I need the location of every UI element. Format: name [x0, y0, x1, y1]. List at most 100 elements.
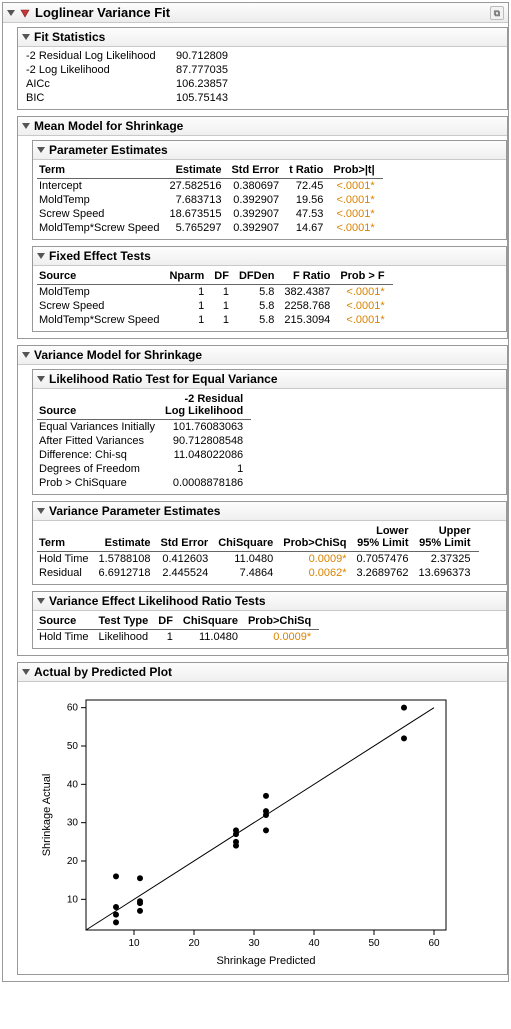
section-title: Variance Model for Shrinkage	[34, 348, 202, 362]
options-icon[interactable]: ⧉	[490, 6, 504, 20]
section-title: Fixed Effect Tests	[49, 249, 151, 263]
cell-nparm: 1	[167, 299, 212, 313]
table-row: Screw Speed 1 1 5.8 2258.768 <.0001*	[37, 299, 393, 313]
variance-effect-lr-header[interactable]: Variance Effect Likelihood Ratio Tests	[33, 592, 506, 611]
cell-probchisq: 0.0009*	[281, 552, 354, 567]
lr-test-table: Source -2 Residual Log Likelihood Equal …	[37, 391, 251, 490]
cell-estimate: 27.582516	[167, 179, 229, 194]
svg-text:50: 50	[67, 741, 79, 752]
variance-effect-lr-section: Variance Effect Likelihood Ratio Tests S…	[32, 591, 507, 649]
cell-value: 90.712808548	[163, 434, 251, 448]
disclosure-icon[interactable]	[37, 598, 45, 604]
svg-text:50: 50	[368, 938, 380, 949]
cell-prob: <.0001*	[331, 179, 382, 194]
fit-statistics-header[interactable]: Fit Statistics	[18, 28, 507, 47]
disclosure-icon[interactable]	[7, 10, 15, 16]
data-point	[137, 875, 143, 881]
red-triangle-icon[interactable]	[19, 7, 31, 19]
fixed-effect-tests-table: Source Nparm DF DFDen F Ratio Prob > F M…	[37, 268, 393, 327]
stat-label: -2 Residual Log Likelihood	[22, 49, 172, 63]
section-title: Mean Model for Shrinkage	[34, 119, 183, 133]
disclosure-icon[interactable]	[22, 669, 30, 675]
col-stderror: Std Error	[159, 523, 217, 552]
loglinear-variance-fit-panel: Loglinear Variance Fit ⧉ Fit Statistics …	[2, 2, 509, 982]
cell-value: 1	[163, 462, 251, 476]
cell-tratio: 19.56	[287, 193, 331, 207]
cell-fratio: 2258.768	[282, 299, 338, 313]
cell-upper: 2.37325	[417, 552, 479, 567]
variance-param-estimates-header[interactable]: Variance Parameter Estimates	[33, 502, 506, 521]
section-title: Actual by Predicted Plot	[34, 665, 172, 679]
mean-model-header[interactable]: Mean Model for Shrinkage	[18, 117, 507, 136]
disclosure-icon[interactable]	[37, 147, 45, 153]
svg-text:10: 10	[67, 894, 79, 905]
cell-term: MoldTemp	[37, 193, 167, 207]
disclosure-icon[interactable]	[37, 253, 45, 259]
lr-test-header[interactable]: Likelihood Ratio Test for Equal Variance	[33, 370, 506, 389]
cell-fratio: 382.4387	[282, 285, 338, 300]
cell-estimate: 1.5788108	[97, 552, 159, 567]
data-point	[137, 908, 143, 914]
svg-text:10: 10	[128, 938, 140, 949]
cell-value: 0.0008878186	[163, 476, 251, 490]
cell-stderror: 2.445524	[159, 566, 217, 580]
col-stderror: Std Error	[229, 162, 287, 179]
table-row: MoldTemp*Screw Speed 1 1 5.8 215.3094 <.…	[37, 313, 393, 327]
cell-df: 1	[212, 285, 237, 300]
fixed-effect-tests-section: Fixed Effect Tests Source Nparm DF DFDen…	[32, 246, 507, 332]
cell-source: MoldTemp*Screw Speed	[37, 313, 167, 327]
data-point	[401, 705, 407, 711]
data-point	[113, 873, 119, 879]
table-row: BIC105.75143	[22, 91, 503, 105]
disclosure-icon[interactable]	[37, 376, 45, 382]
col-dfden: DFDen	[237, 268, 282, 285]
section-title: Parameter Estimates	[49, 143, 168, 157]
disclosure-icon[interactable]	[22, 123, 30, 129]
svg-text:60: 60	[428, 938, 440, 949]
cell-probf: <.0001*	[338, 299, 392, 313]
svg-text:30: 30	[67, 818, 79, 829]
table-row: After Fitted Variances 90.712808548	[37, 434, 251, 448]
variance-model-header[interactable]: Variance Model for Shrinkage	[18, 346, 507, 365]
col-nparm: Nparm	[167, 268, 212, 285]
cell-chisq: 7.4864	[216, 566, 281, 580]
col-chisq: ChiSquare	[181, 613, 246, 630]
parameter-estimates-header[interactable]: Parameter Estimates	[33, 141, 506, 160]
cell-source: Equal Variances Initially	[37, 420, 163, 435]
col-df: DF	[156, 613, 181, 630]
col-term: Term	[37, 523, 97, 552]
col-term: Term	[37, 162, 167, 179]
data-point	[113, 904, 119, 910]
disclosure-icon[interactable]	[22, 34, 30, 40]
cell-estimate: 6.6912718	[97, 566, 159, 580]
col-source: Source	[37, 268, 167, 285]
variance-model-section: Variance Model for Shrinkage Likelihood …	[17, 345, 508, 656]
fixed-effect-tests-header[interactable]: Fixed Effect Tests	[33, 247, 506, 266]
stat-label: BIC	[22, 91, 172, 105]
cell-term: Screw Speed	[37, 207, 167, 221]
section-title: Likelihood Ratio Test for Equal Variance	[49, 372, 278, 386]
col-testtype: Test Type	[97, 613, 157, 630]
main-header[interactable]: Loglinear Variance Fit ⧉	[3, 3, 508, 23]
cell-lower: 3.2689762	[355, 566, 417, 580]
cell-source: Prob > ChiSquare	[37, 476, 163, 490]
cell-fratio: 215.3094	[282, 313, 338, 327]
cell-source: Difference: Chi-sq	[37, 448, 163, 462]
cell-source: After Fitted Variances	[37, 434, 163, 448]
cell-stderror: 0.412603	[159, 552, 217, 567]
cell-stderror: 0.392907	[229, 221, 287, 235]
cell-source: MoldTemp	[37, 285, 167, 300]
data-point	[401, 735, 407, 741]
table-row: Screw Speed 18.673515 0.392907 47.53 <.0…	[37, 207, 383, 221]
lr-test-section: Likelihood Ratio Test for Equal Variance…	[32, 369, 507, 495]
disclosure-icon[interactable]	[22, 352, 30, 358]
cell-probchisq: 0.0062*	[281, 566, 354, 580]
col-probchisq: Prob>ChiSq	[281, 523, 354, 552]
cell-tratio: 72.45	[287, 179, 331, 194]
cell-estimate: 18.673515	[167, 207, 229, 221]
table-row: MoldTemp 1 1 5.8 382.4387 <.0001*	[37, 285, 393, 300]
data-point	[263, 827, 269, 833]
actual-by-predicted-header[interactable]: Actual by Predicted Plot	[18, 663, 507, 682]
col-tratio: t Ratio	[287, 162, 331, 179]
disclosure-icon[interactable]	[37, 508, 45, 514]
